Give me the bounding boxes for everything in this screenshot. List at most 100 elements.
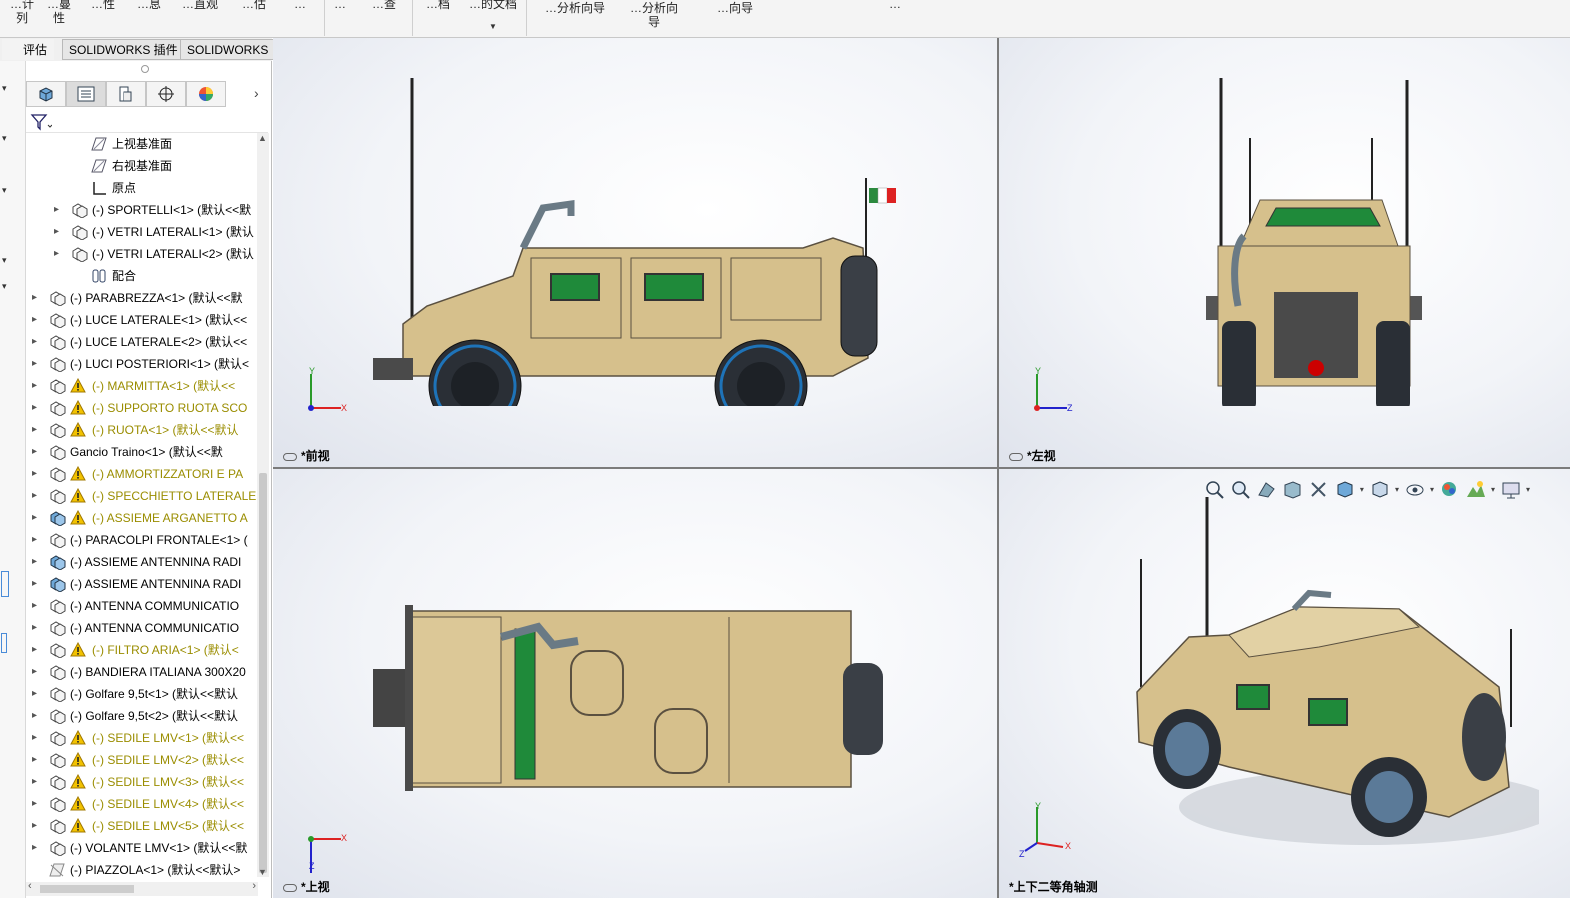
chevron-down-icon[interactable]: ▾ (1430, 485, 1434, 494)
scroll-right-icon[interactable]: › (252, 880, 256, 892)
expand-arrow-icon[interactable]: ▸ (32, 749, 42, 771)
expand-arrow-icon[interactable]: ▸ (32, 529, 42, 551)
viewport-label[interactable]: *前视 (283, 447, 330, 464)
ribbon-item[interactable]: …息 (132, 0, 166, 11)
scroll-thumb[interactable] (40, 885, 134, 893)
ribbon-item[interactable]: …性 (82, 0, 124, 11)
tree-item[interactable]: ▸ (-) MARMITTA<1> (默认<< (32, 375, 258, 397)
tree-item[interactable]: ▸ (-) SEDILE LMV<5> (默认<< (32, 815, 258, 837)
expand-arrow-icon[interactable]: ▸ (54, 221, 64, 243)
expand-arrow-icon[interactable]: ▸ (32, 419, 42, 441)
ribbon-item[interactable]: …分析向 导 (622, 1, 686, 29)
expand-arrow-icon[interactable]: ▸ (32, 727, 42, 749)
expand-arrow-icon[interactable]: ▸ (32, 507, 42, 529)
expand-arrow-icon[interactable]: ▸ (32, 375, 42, 397)
tree-item[interactable]: ▸ (-) ASSIEME ANTENNINA RADI (32, 573, 258, 595)
tree-item[interactable]: ▸ (-) LUCE LATERALE<1> (默认<< (32, 309, 258, 331)
expand-arrow-icon[interactable]: ▸ (32, 287, 42, 309)
expand-arrow-icon[interactable]: ▸ (32, 573, 42, 595)
tree-item[interactable]: ▸ (-) Golfare 9,5t<2> (默认<<默认 (32, 705, 258, 727)
tab-evaluate[interactable]: 评估 (16, 39, 55, 60)
chevron-down-icon[interactable]: ▾ (2, 83, 20, 93)
filter-icon[interactable] (30, 113, 52, 131)
expand-arrow-icon[interactable]: ▸ (32, 639, 42, 661)
displaymanager-tab[interactable] (186, 81, 226, 107)
scroll-up-icon[interactable]: ▲ (258, 133, 267, 143)
tree-item[interactable]: ▸ (-) SPORTELLI<1> (默认<<默 (54, 199, 258, 221)
viewport-splitter-horizontal[interactable] (273, 467, 1570, 469)
tree-item[interactable]: ▸ (-) SEDILE LMV<2> (默认<< (32, 749, 258, 771)
tree-item[interactable]: ▸ (-) VOLANTE LMV<1> (默认<<默 (32, 837, 258, 859)
ribbon-item[interactable]: …蔓 性 (44, 0, 74, 25)
tree-item[interactable]: ▸ (-) ASSIEME ARGANETTO A (32, 507, 258, 529)
tree-item[interactable]: ▸ (-) SPECCHIETTO LATERALE (32, 485, 258, 507)
viewport-label[interactable]: *上视 (283, 878, 330, 895)
tree-item[interactable]: (-) PIAZZOLA<1> (默认<<默认> (32, 859, 258, 877)
tree-item[interactable]: 原点 (74, 177, 258, 199)
tree-item[interactable]: ▸ (-) Golfare 9,5t<1> (默认<<默认 (32, 683, 258, 705)
expand-arrow-icon[interactable]: ▸ (32, 595, 42, 617)
ribbon-item[interactable]: …的文档 (466, 0, 520, 11)
ribbon-item[interactable]: … (850, 0, 940, 11)
tab-solidworks-mbd[interactable]: SOLIDWORKS MBD (180, 39, 276, 77)
tab-solidworks-addins[interactable]: SOLIDWORKS 插件 (62, 39, 185, 60)
scroll-left-icon[interactable]: ‹ (28, 880, 32, 892)
expand-arrow-icon[interactable]: ▸ (32, 837, 42, 859)
tree-item[interactable]: ▸ (-) SEDILE LMV<3> (默认<< (32, 771, 258, 793)
expand-arrow-icon[interactable]: ▸ (32, 485, 42, 507)
chevron-right-icon[interactable]: › (254, 85, 259, 101)
viewport-top[interactable]: Z X *上视 (273, 469, 997, 898)
ribbon-item[interactable]: …向导 (700, 1, 770, 15)
chevron-down-icon[interactable]: ▾ (2, 185, 20, 195)
tree-item[interactable]: ▸ (-) VETRI LATERALI<2> (默认 (54, 243, 258, 265)
viewport-isometric[interactable]: ▾ ▾ ▾ ▾ ▾ Y X Z *上下二等角轴测 (999, 469, 1570, 898)
scroll-down-icon[interactable]: ▼ (258, 867, 267, 877)
viewport-front[interactable]: Y X *前视 (273, 38, 997, 467)
tree-item[interactable]: ▸ (-) SEDILE LMV<4> (默认<< (32, 793, 258, 815)
expand-arrow-icon[interactable]: ▸ (32, 551, 42, 573)
ribbon-item[interactable]: …查 (362, 0, 406, 11)
expand-arrow-icon[interactable]: ▸ (32, 705, 42, 727)
expand-arrow-icon[interactable]: ▸ (32, 617, 42, 639)
tree-item[interactable]: 上视基准面 (74, 133, 258, 155)
tree-item[interactable]: ▸ (-) LUCI POSTERIORI<1> (默认< (32, 353, 258, 375)
expand-arrow-icon[interactable]: ▸ (32, 793, 42, 815)
tree-item[interactable]: ▸ (-) VETRI LATERALI<1> (默认 (54, 221, 258, 243)
tree-item[interactable]: ▸ (-) PARABREZZA<1> (默认<<默 (32, 287, 258, 309)
tree-filter[interactable] (26, 111, 268, 133)
viewport-left[interactable]: Y Z *左视 (999, 38, 1570, 467)
expand-arrow-icon[interactable]: ▸ (32, 309, 42, 331)
expand-arrow-icon[interactable]: ▸ (32, 331, 42, 353)
tree-item[interactable]: ▸ (-) FILTRO ARIA<1> (默认< (32, 639, 258, 661)
link-views-icon[interactable] (283, 883, 297, 892)
tree-item[interactable]: ▸ (-) ASSIEME ANTENNINA RADI (32, 551, 258, 573)
scroll-thumb[interactable] (259, 473, 267, 873)
ribbon-item[interactable]: … (282, 0, 318, 11)
tree-horizontal-scrollbar[interactable]: ‹ › (26, 880, 258, 896)
tab-sketch-partial[interactable] (2, 39, 16, 60)
featuremanager-tab[interactable] (26, 81, 66, 107)
tree-item[interactable]: ▸ (-) RUOTA<1> (默认<<默认 (32, 419, 258, 441)
tree-item[interactable]: ▸ (-) LUCE LATERALE<2> (默认<< (32, 331, 258, 353)
chevron-down-icon[interactable]: ▾ (1526, 485, 1530, 494)
expand-arrow-icon[interactable]: ▸ (32, 683, 42, 705)
link-views-icon[interactable] (283, 452, 297, 461)
tree-item[interactable]: 配合 (74, 265, 258, 287)
expand-arrow-icon[interactable]: ▸ (32, 815, 42, 837)
tree-item[interactable]: ▸ (-) PARACOLPI FRONTALE<1> ( (32, 529, 258, 551)
expand-arrow-icon[interactable]: ▸ (32, 353, 42, 375)
expand-arrow-icon[interactable]: ▸ (32, 441, 42, 463)
ribbon-item[interactable]: …档 (418, 0, 458, 11)
panel-grip-icon[interactable] (141, 65, 149, 73)
ribbon-item[interactable]: …直观 (178, 0, 222, 11)
ribbon-item[interactable]: …分析向导 (538, 1, 612, 15)
chevron-down-icon[interactable]: ▼ (489, 22, 497, 31)
chevron-down-icon[interactable]: ▾ (2, 133, 20, 143)
tree-item[interactable]: ▸ (-) BANDIERA ITALIANA 300X20 (32, 661, 258, 683)
chevron-down-icon[interactable]: ▾ (1491, 485, 1495, 494)
ribbon-item[interactable]: …计 列 (2, 0, 42, 25)
dimxpert-tab[interactable] (146, 81, 186, 107)
tree-item[interactable]: ▸ Gancio Traino<1> (默认<<默 (32, 441, 258, 463)
chevron-down-icon[interactable]: ▾ (2, 255, 20, 265)
configurationmanager-tab[interactable] (106, 81, 146, 107)
